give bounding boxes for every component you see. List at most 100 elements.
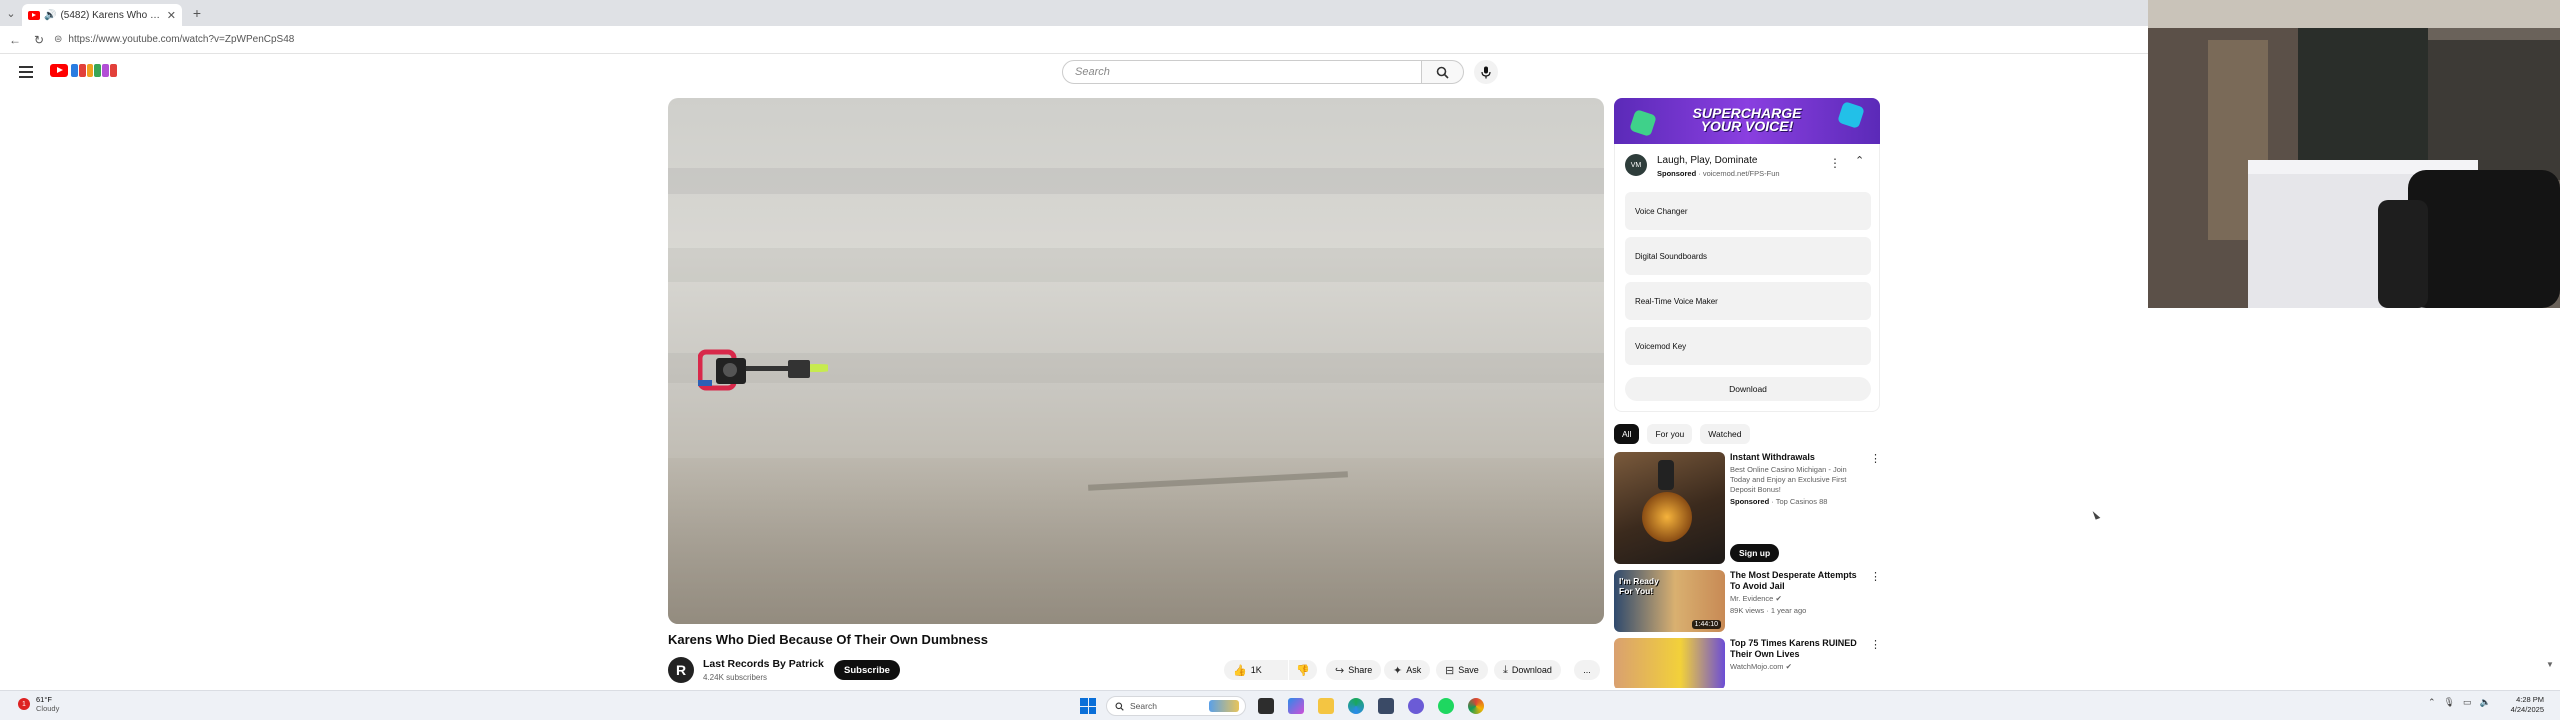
download-button[interactable]: ⤓ Download [1494, 660, 1561, 680]
more-vert-icon[interactable]: ⋮ [1870, 638, 1881, 651]
store-icon[interactable] [1378, 698, 1394, 714]
monitor-icon[interactable]: ▭ [2463, 697, 2472, 708]
video-player[interactable] [668, 98, 1604, 624]
youtube-header: Search [0, 56, 2148, 92]
thumbs-down-icon: 👎 [1296, 664, 1310, 677]
search-icon [1436, 66, 1449, 79]
subscribe-button[interactable]: Subscribe [834, 660, 900, 680]
more-vert-icon[interactable]: ⋮ [1870, 452, 1881, 465]
weather-widget[interactable]: 1 61°F Cloudy [18, 695, 59, 713]
file-explorer-icon[interactable] [1318, 698, 1334, 714]
related-info: Instant Withdrawals Best Online Casino M… [1730, 452, 1864, 507]
video-owner-row: R Last Records By Patrick 4.24K subscrib… [668, 656, 1604, 686]
close-tab-icon[interactable]: ✕ [167, 9, 176, 22]
sign-up-button[interactable]: Sign up [1730, 544, 1780, 562]
subscriber-count: 4.24K subscribers [703, 673, 768, 682]
chevron-up-icon[interactable]: ⌃ [2428, 697, 2436, 708]
microphone-icon[interactable]: 🎙 [2444, 697, 2455, 708]
youtube-doodle-icon [71, 64, 117, 77]
search-input[interactable]: Search [1062, 60, 1422, 84]
scroll-down-arrow-icon[interactable]: ▼ [2546, 660, 2554, 669]
copilot-icon[interactable] [1288, 698, 1304, 714]
advertiser-logo[interactable]: VM [1625, 154, 1647, 176]
site-info-icon[interactable]: ⊜ [54, 34, 62, 45]
chip-watched[interactable]: Watched [1700, 424, 1750, 444]
ad-card: VM Laugh, Play, Dominate Sponsored · voi… [1614, 144, 1880, 412]
reload-icon[interactable]: ↻ [30, 31, 48, 49]
chip-for-you[interactable]: For you [1647, 424, 1693, 444]
menu-icon[interactable] [16, 62, 36, 82]
browser-toolbar: ← ↻ ⊜ https://www.youtube.com/watch?v=Zp… [0, 26, 2148, 54]
related-title[interactable]: Top 75 Times Karens RUINED Their Own Liv… [1730, 638, 1864, 660]
related-thumbnail[interactable] [1614, 452, 1725, 564]
related-item[interactable]: I'm Ready For You! 1:44:10 The Most Desp… [1614, 570, 1884, 634]
verified-icon: ✔ [1775, 594, 1782, 603]
channel-name[interactable]: Last Records By Patrick [703, 658, 824, 670]
ad-title[interactable]: Laugh, Play, Dominate [1657, 155, 1757, 166]
ad-link-voice-changer[interactable]: Voice Changer [1625, 192, 1871, 230]
related-thumbnail[interactable]: I'm Ready For You! 1:44:10 [1614, 570, 1725, 632]
taskbar-clock[interactable]: 4:28 PM 4/24/2025 [2504, 695, 2544, 715]
new-tab-button[interactable]: + [186, 2, 208, 24]
related-thumbnail[interactable] [1614, 638, 1725, 688]
download-icon: ⤓ [1503, 663, 1508, 676]
volume-icon[interactable]: 🔈 [2480, 697, 2491, 708]
chrome-icon[interactable] [1468, 698, 1484, 714]
related-item[interactable]: Top 75 Times Karens RUINED Their Own Liv… [1614, 638, 1884, 688]
ad-banner-image[interactable]: SUPERCHARGE YOUR VOICE! [1614, 98, 1880, 144]
chip-all[interactable]: All [1614, 424, 1640, 444]
browser-tab-active[interactable]: 🔊 (5482) Karens Who Died Beca ✕ [22, 4, 182, 26]
ad-link-soundboards[interactable]: Digital Soundboards [1625, 237, 1871, 275]
share-icon: ↪ [1335, 664, 1345, 677]
back-arrow-icon[interactable]: ← [6, 31, 24, 49]
start-windows-icon[interactable] [1080, 698, 1096, 714]
ad-banner-line2: YOUR VOICE! [1700, 118, 1794, 134]
youtube-play-logo-icon [50, 64, 68, 77]
ad-link-voicemod-key[interactable]: Voicemod Key [1625, 327, 1871, 365]
related-channel[interactable]: Mr. Evidence ✔ [1730, 594, 1864, 604]
ad-download-button[interactable]: Download [1625, 377, 1871, 401]
weather-condition: Cloudy [36, 704, 60, 713]
related-channel[interactable]: WatchMojo.com ✔ [1730, 662, 1864, 672]
chevron-up-icon[interactable]: ⌃ [1855, 154, 1864, 167]
share-button[interactable]: ↪ Share [1326, 660, 1382, 680]
related-item[interactable]: Instant Withdrawals Best Online Casino M… [1614, 452, 1884, 566]
ask-label: Ask [1406, 665, 1422, 675]
edge-browser-icon[interactable] [1348, 698, 1364, 714]
like-count: 1K [1250, 665, 1262, 675]
taskbar-search[interactable]: Search [1106, 696, 1246, 716]
dislike-button[interactable]: 👎 [1289, 660, 1317, 680]
windows-taskbar: 1 61°F Cloudy Search ⌃ 🎙 ▭ 🔈 4:28 PM 4/2… [0, 690, 2560, 720]
like-button[interactable]: 👍 1K [1224, 660, 1288, 680]
ad-sponsor-line: Sponsored · voicemod.net/FPS-Fun [1657, 169, 1780, 178]
ask-button[interactable]: ✦ Ask [1384, 660, 1431, 680]
voice-search-button[interactable] [1474, 60, 1498, 84]
taskbar-search-label: Search [1130, 701, 1157, 711]
channel-avatar[interactable]: R [668, 657, 694, 683]
video-title: Karens Who Died Because Of Their Own Dum… [668, 632, 989, 647]
tab-list-chevron-icon[interactable]: ⌄ [0, 2, 22, 24]
spotify-icon[interactable] [1438, 698, 1454, 714]
search-button[interactable] [1422, 60, 1464, 84]
related-filter-chips: All For you Watched [1614, 424, 1750, 444]
task-view-icon[interactable] [1258, 698, 1274, 714]
related-title[interactable]: The Most Desperate Attempts To Avoid Jai… [1730, 570, 1864, 592]
more-actions-button[interactable]: ... [1574, 660, 1600, 680]
address-bar[interactable]: ⊜ https://www.youtube.com/watch?v=ZpWPen… [54, 30, 954, 50]
webcam-overlay-image [2148, 0, 2560, 308]
save-button[interactable]: ⊟ Save [1436, 660, 1488, 680]
related-title[interactable]: Instant Withdrawals [1730, 452, 1864, 463]
thumbnail-text: I'm Ready For You! [1619, 576, 1659, 596]
speaker-icon[interactable]: 🔊 [44, 10, 56, 21]
ad-link-voice-maker[interactable]: Real-Time Voice Maker [1625, 282, 1871, 320]
youtube-favicon-icon [28, 10, 40, 20]
channel-name: WatchMojo.com [1730, 662, 1784, 671]
sponsored-label: Sponsored [1730, 497, 1770, 506]
youtube-logo[interactable] [50, 64, 117, 77]
browser-tab-strip: ⌄ 🔊 (5482) Karens Who Died Beca ✕ + [0, 0, 2148, 26]
ad-more-icon[interactable]: ⋮ [1829, 156, 1841, 170]
weather-badge-icon: 1 [18, 698, 30, 710]
discord-icon[interactable] [1408, 698, 1424, 714]
related-sponsor-line: Sponsored · Top Casinos 88 [1730, 497, 1864, 507]
more-vert-icon[interactable]: ⋮ [1870, 570, 1881, 583]
